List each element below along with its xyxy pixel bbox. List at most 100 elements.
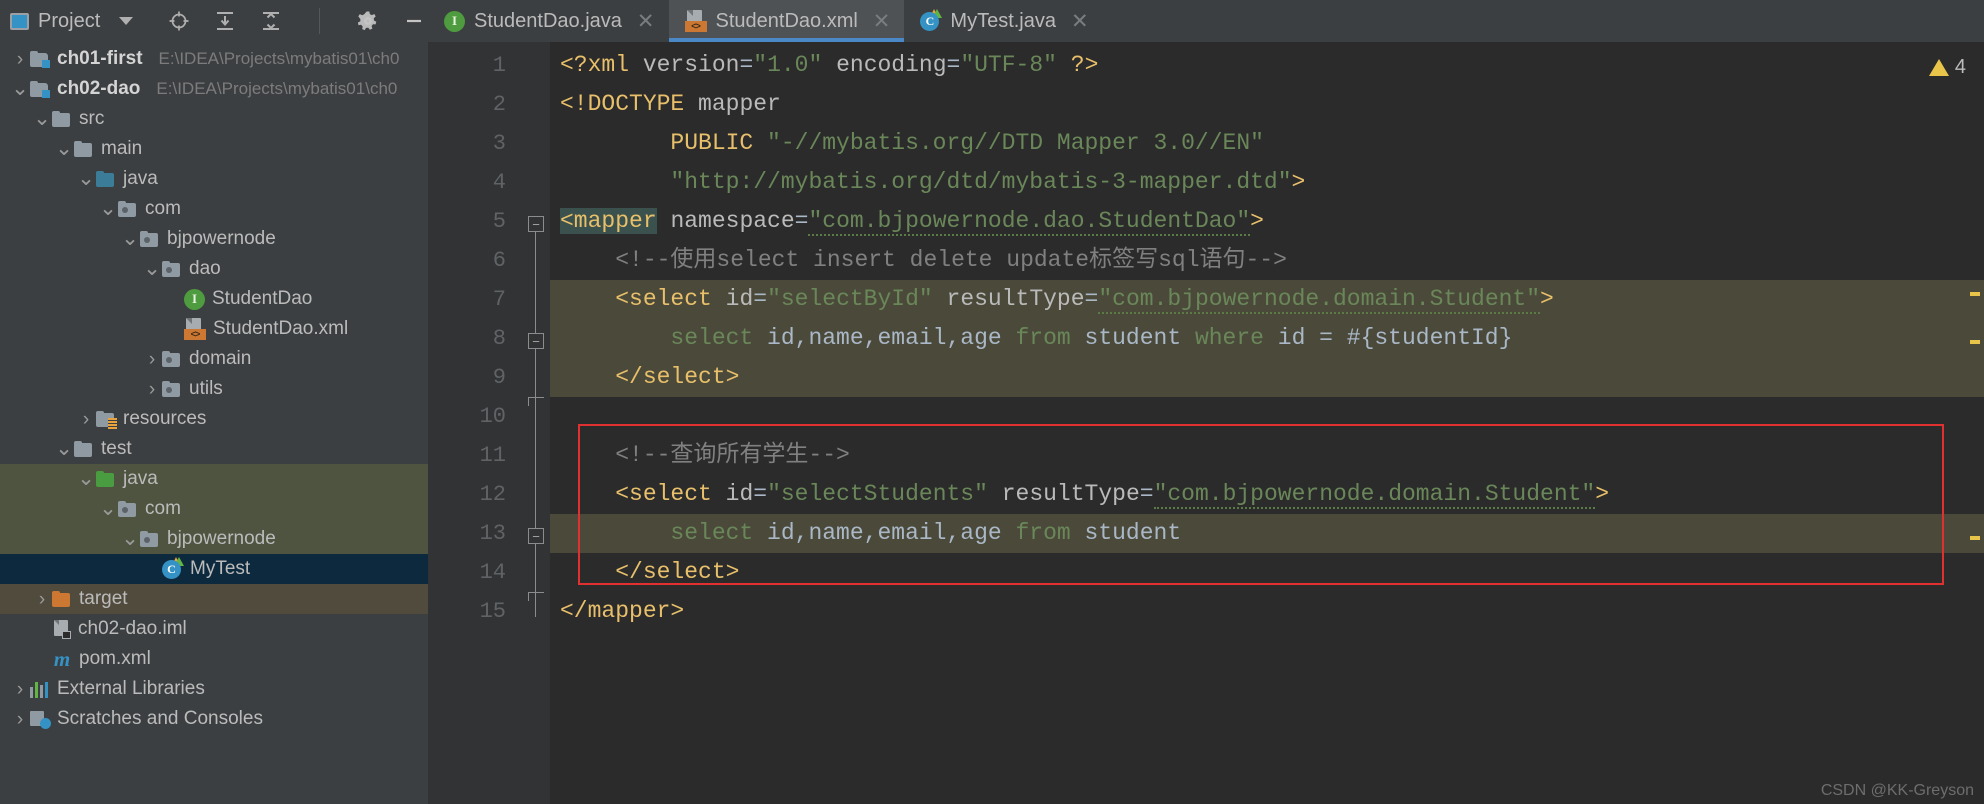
chevron-down-icon[interactable]: ⌄ [120, 228, 140, 249]
code-token: select [670, 325, 768, 351]
line-number: 6 [492, 248, 506, 273]
tree-row-studentdao-xml[interactable]: <> StudentDao.xml [0, 314, 428, 344]
tree-row-java[interactable]: ⌄ java [0, 464, 428, 494]
code-token: student [1084, 520, 1182, 546]
chevron-down-icon[interactable] [119, 17, 134, 25]
tree-row-scratches-and-consoles[interactable]: › Scratches and Consoles [0, 704, 428, 734]
tree-row-dao[interactable]: ⌄ dao [0, 254, 428, 284]
inspection-warning-indicator[interactable]: 4 [1928, 56, 1966, 79]
code-token: > [1540, 286, 1554, 312]
chevron-down-icon[interactable]: ⌄ [32, 108, 52, 129]
code-token: = [739, 52, 754, 78]
package-folder-icon [118, 500, 138, 518]
tree-row-com[interactable]: ⌄ com [0, 194, 428, 224]
tree-row-studentdao[interactable]: I StudentDao [0, 284, 428, 314]
chevron-right-icon[interactable]: › [10, 710, 30, 729]
code-line-1[interactable]: <?xml version="1.0" encoding="UTF-8" ?> [550, 46, 1984, 85]
code-line-2[interactable]: <!DOCTYPE mapper [550, 85, 1984, 124]
code-token: </mapper> [560, 598, 685, 624]
tree-row-ch02-dao-iml[interactable]: ch02-dao.iml [0, 614, 428, 644]
chevron-down-icon[interactable]: ⌄ [98, 498, 118, 519]
chevron-right-icon[interactable]: › [142, 350, 162, 369]
chevron-right-icon[interactable]: › [10, 50, 30, 69]
code-line-5[interactable]: <mapper namespace="com.bjpowernode.dao.S… [550, 202, 1984, 241]
tree-row-ch01-first[interactable]: › ch01-first E:\IDEA\Projects\mybatis01\ch… [0, 44, 428, 74]
tree-row-resources[interactable]: › resources [0, 404, 428, 434]
folder-icon [74, 440, 94, 458]
tree-row-target[interactable]: › target [0, 584, 428, 614]
code-line-11[interactable]: <!--查询所有学生--> [550, 436, 1984, 475]
code-token: where [1194, 325, 1278, 351]
tree-row-ch02-dao[interactable]: ⌄ ch02-dao E:\IDEA\Projects\mybatis01\ch0 [0, 74, 428, 104]
scrollbar-warning-mark[interactable] [1970, 340, 1980, 344]
tree-row-mytest[interactable]: C MyTest [0, 554, 428, 584]
tree-row-bjpowernode[interactable]: ⌄ bjpowernode [0, 224, 428, 254]
package-folder-icon [162, 260, 182, 278]
fold-toggle-icon[interactable]: − [528, 528, 544, 544]
line-number: 10 [479, 404, 506, 429]
tree-row-java[interactable]: ⌄ java [0, 164, 428, 194]
code-token: > [1250, 208, 1264, 234]
tree-item-content: m pom.xml [52, 647, 151, 672]
scrollbar-warning-mark[interactable] [1970, 292, 1980, 296]
chevron-right-icon[interactable]: › [32, 590, 52, 609]
tree-row-com[interactable]: ⌄ com [0, 494, 428, 524]
code-line-9[interactable]: </select> [550, 358, 1984, 397]
code-line-6[interactable]: <!--使用select insert delete update标签写sql语… [550, 241, 1984, 280]
tree-row-pom-xml[interactable]: m pom.xml [0, 644, 428, 674]
collapse-all-icon[interactable] [259, 9, 283, 33]
fold-toggle-icon[interactable]: − [528, 333, 544, 349]
chevron-down-icon[interactable]: ⌄ [142, 258, 162, 279]
code-line-13[interactable]: select id,name,email,age from student [550, 514, 1984, 553]
settings-gear-icon[interactable] [356, 9, 380, 33]
tree-row-test[interactable]: ⌄ test [0, 434, 428, 464]
tree-row-main[interactable]: ⌄ main [0, 134, 428, 164]
chevron-down-icon[interactable]: ⌄ [54, 138, 74, 159]
idea-window: Project I StudentDao.java ✕ <> StudentDa… [0, 0, 1984, 804]
project-tree[interactable]: › ch01-first E:\IDEA\Projects\mybatis01\ch… [0, 42, 428, 804]
chevron-down-icon[interactable]: ⌄ [76, 468, 96, 489]
close-icon[interactable]: ✕ [873, 11, 891, 32]
close-icon[interactable]: ✕ [637, 11, 655, 32]
chevron-right-icon[interactable]: › [142, 380, 162, 399]
code-token: = [753, 286, 768, 312]
code-line-15[interactable]: </mapper> [550, 592, 1984, 631]
line-number: 7 [492, 287, 506, 312]
code-line-8[interactable]: select id,name,email,age from student wh… [550, 319, 1984, 358]
chevron-down-icon[interactable]: ⌄ [98, 198, 118, 219]
scrollbar-warning-mark[interactable] [1970, 536, 1980, 540]
code-line-7[interactable]: <select id="selectById" resultType="com.… [550, 280, 1984, 319]
code-folding-column[interactable]: − − − [523, 42, 550, 804]
tree-item-label: com [145, 498, 181, 519]
tab-mytest-java[interactable]: C MyTest.java ✕ [904, 0, 1102, 42]
code-line-10[interactable] [550, 397, 1984, 436]
code-content[interactable]: <?xml version="1.0" encoding="UTF-8" ?> <… [550, 42, 1984, 804]
tree-row-utils[interactable]: › utils [0, 374, 428, 404]
close-icon[interactable]: ✕ [1071, 11, 1089, 32]
code-line-4[interactable]: "http://mybatis.org/dtd/mybatis-3-mapper… [550, 163, 1984, 202]
chevron-down-icon[interactable]: ⌄ [76, 168, 96, 189]
chevron-right-icon[interactable]: › [10, 680, 30, 699]
tree-row-bjpowernode[interactable]: ⌄ bjpowernode [0, 524, 428, 554]
chevron-down-icon[interactable]: ⌄ [54, 438, 74, 459]
code-editor[interactable]: 1 2 3 4 5 6 7 8 9 10 11 12 13 14 15 − − − <?xml version=… [428, 42, 1984, 804]
hide-panel-icon[interactable] [402, 9, 426, 33]
code-token: = [1139, 481, 1154, 507]
tab-studentdao-java[interactable]: I StudentDao.java ✕ [428, 0, 669, 42]
tree-item-content: resources [96, 408, 206, 430]
chevron-down-icon[interactable]: ⌄ [10, 78, 30, 99]
chevron-right-icon[interactable]: › [76, 410, 96, 429]
code-line-3[interactable]: PUBLIC "-//mybatis.org//DTD Mapper 3.0//… [550, 124, 1984, 163]
project-panel-title[interactable]: Project [10, 10, 134, 33]
tree-row-domain[interactable]: › domain [0, 344, 428, 374]
expand-all-icon[interactable] [213, 9, 237, 33]
tree-row-src[interactable]: ⌄ src [0, 104, 428, 134]
code-line-14[interactable]: </select> [550, 553, 1984, 592]
chevron-down-icon[interactable]: ⌄ [120, 528, 140, 549]
tree-row-external-libraries[interactable]: › External Libraries [0, 674, 428, 704]
code-line-12[interactable]: <select id="selectStudents" resultType="… [550, 475, 1984, 514]
tab-studentdao-xml[interactable]: <> StudentDao.xml ✕ [668, 0, 905, 42]
fold-toggle-icon[interactable]: − [528, 216, 544, 232]
locate-target-icon[interactable] [167, 9, 191, 33]
